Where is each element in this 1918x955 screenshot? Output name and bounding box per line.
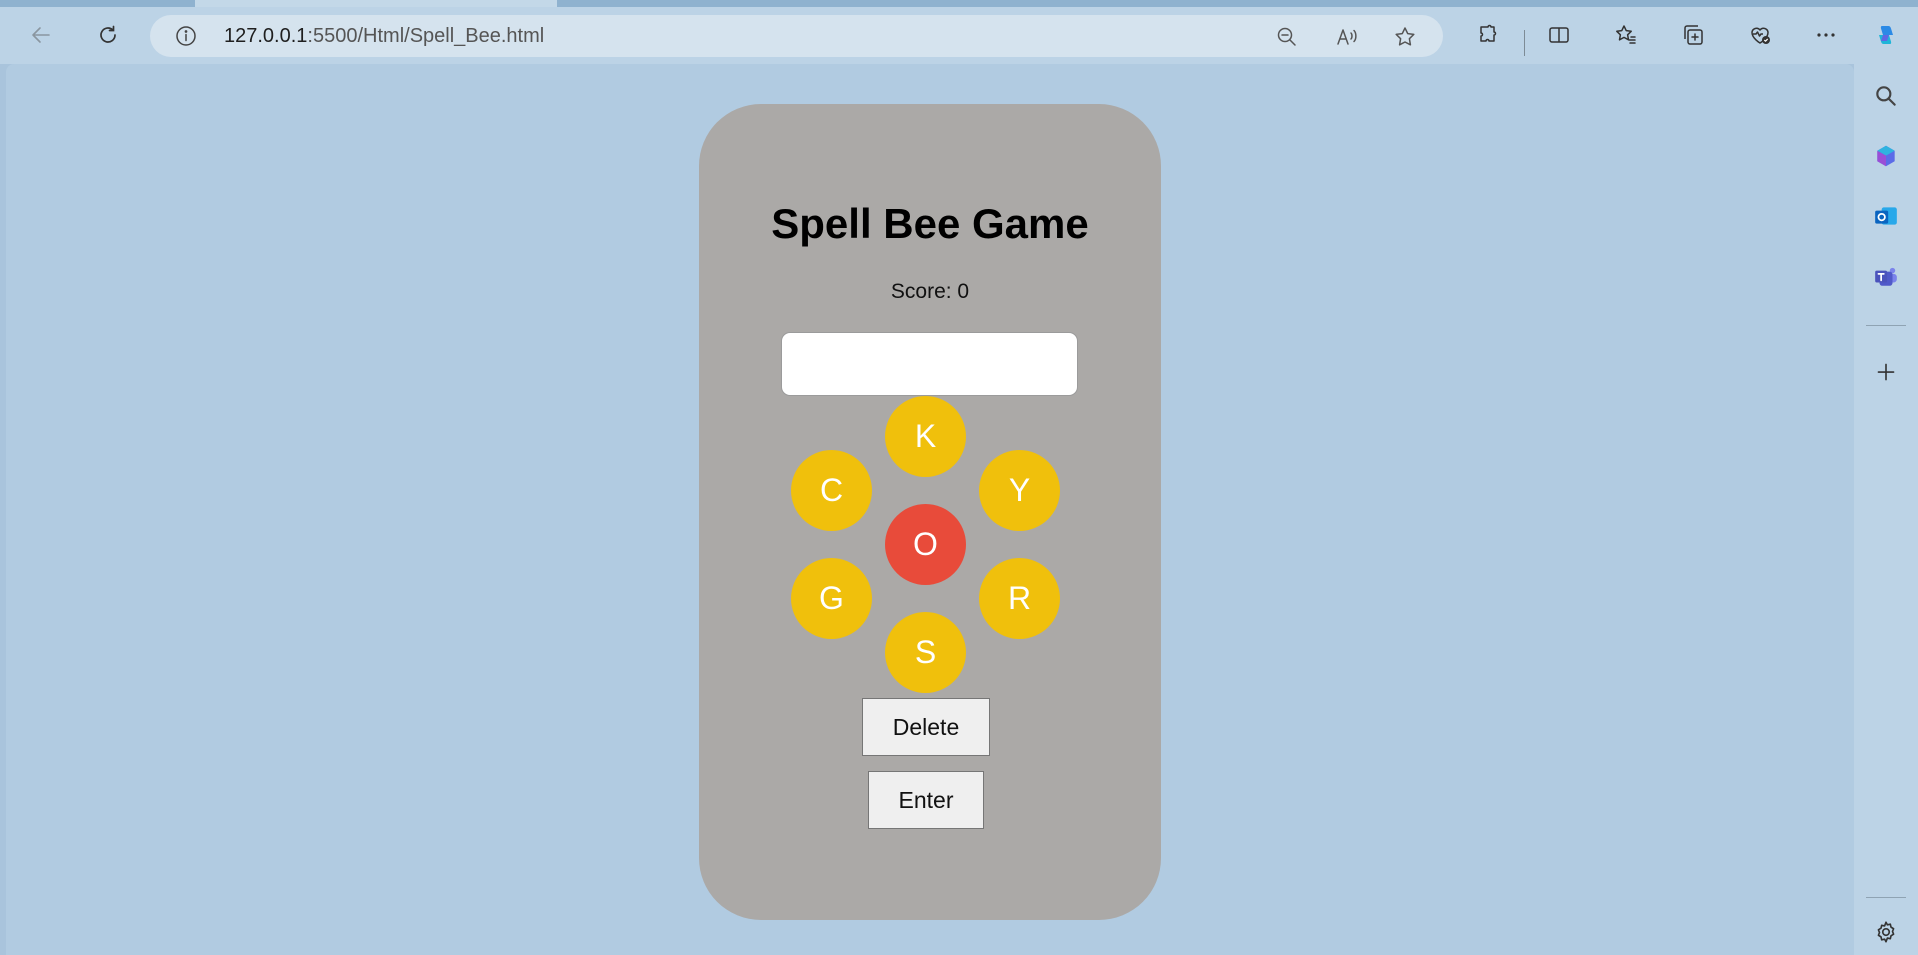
browser-essentials-button[interactable] [1740, 16, 1780, 54]
game-title: Spell Bee Game [771, 200, 1089, 247]
score-value: 0 [957, 280, 970, 303]
extensions-button[interactable] [1468, 16, 1508, 54]
teams-icon [1875, 267, 1897, 286]
letter-cell-top[interactable]: K [885, 396, 966, 477]
copilot-button[interactable] [1866, 16, 1906, 54]
outlook-icon [1875, 207, 1897, 225]
favorites-button[interactable] [1606, 16, 1646, 54]
word-input[interactable] [781, 332, 1078, 396]
toolbar-divider [1524, 30, 1525, 56]
letter-cell-upper-right[interactable]: Y [979, 450, 1060, 531]
add-favorite-button[interactable] [1392, 24, 1418, 50]
extensions-icon [1480, 24, 1497, 42]
refresh-icon [100, 25, 116, 43]
refresh-button[interactable] [88, 16, 128, 54]
score-label: Score: [890, 280, 958, 303]
sidebar-copilot-button[interactable] [1870, 140, 1902, 172]
address-bar[interactable]: 127.0.0.1:5500/Html/Spell_Bee.html [150, 15, 1443, 57]
browser-toolbar: 127.0.0.1:5500/Html/Spell_Bee.html [0, 7, 1918, 64]
enter-button[interactable]: Enter [868, 771, 984, 829]
copilot-icon [1877, 145, 1895, 167]
url-path: :5500/Html/Spell_Bee.html [307, 25, 545, 47]
zoom-out-button[interactable] [1274, 24, 1300, 50]
add-icon [1877, 363, 1895, 381]
sidebar-settings-button[interactable] [1870, 916, 1902, 948]
settings-gear-icon [1877, 921, 1895, 943]
split-screen-icon [1549, 27, 1569, 43]
site-info-icon[interactable] [174, 24, 198, 48]
browser-sidebar [1854, 64, 1918, 955]
active-tab[interactable] [195, 0, 557, 7]
sidebar-search-button[interactable] [1870, 80, 1902, 112]
read-aloud-button[interactable] [1334, 24, 1360, 50]
url-text[interactable]: 127.0.0.1:5500/Html/Spell_Bee.html [224, 25, 544, 48]
sidebar-bottom-divider [1866, 897, 1906, 898]
back-arrow-icon [32, 27, 50, 43]
read-aloud-icon [1337, 29, 1357, 45]
split-screen-button[interactable] [1539, 16, 1579, 54]
sidebar-add-button[interactable] [1870, 356, 1902, 388]
letter-cell-lower-right[interactable]: R [979, 558, 1060, 639]
more-menu-icon [1817, 33, 1835, 37]
more-menu-button[interactable] [1806, 16, 1846, 54]
favorite-star-icon [1395, 27, 1415, 46]
url-host: 127.0.0.1 [224, 25, 308, 47]
search-icon [1876, 86, 1896, 106]
collections-icon [1684, 25, 1703, 45]
browser-essentials-icon [1751, 27, 1770, 44]
tab-strip [0, 0, 1918, 7]
back-button[interactable] [21, 16, 61, 54]
zoom-out-icon [1277, 27, 1296, 46]
delete-button[interactable]: Delete [862, 698, 990, 756]
letter-cell-lower-left[interactable]: G [791, 558, 872, 639]
sidebar-teams-button[interactable] [1870, 260, 1902, 292]
score-display: Score: 0 [699, 280, 1161, 304]
sidebar-divider [1866, 325, 1906, 326]
copilot-icon [1879, 26, 1893, 44]
game-card: Spell Bee Game Score: 0 K C Y O G R S De… [699, 104, 1161, 920]
letter-cell-bottom[interactable]: S [885, 612, 966, 693]
favorites-icon [1616, 25, 1636, 44]
letter-cell-upper-left[interactable]: C [791, 450, 872, 531]
letter-cell-center[interactable]: O [885, 504, 966, 585]
sidebar-outlook-button[interactable] [1870, 200, 1902, 232]
collections-button[interactable] [1673, 16, 1713, 54]
